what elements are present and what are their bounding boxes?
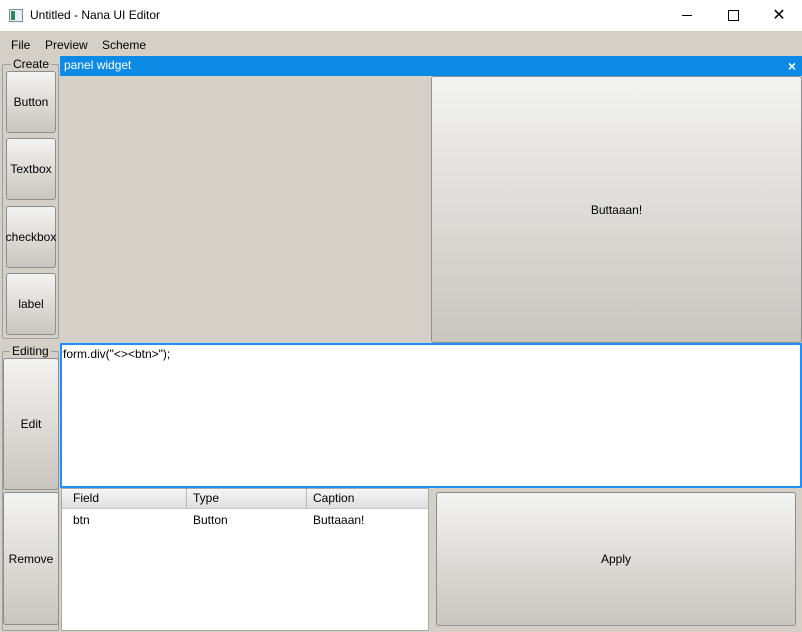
menu-scheme[interactable]: Scheme [102,38,146,52]
remove-button[interactable]: Remove [3,492,59,625]
close-icon: ✕ [772,6,786,24]
window-title: Untitled - Nana UI Editor [30,8,161,22]
create-checkbox-button[interactable]: checkbox [6,206,56,268]
edit-button[interactable]: Edit [3,358,59,490]
maximize-icon [727,10,739,21]
column-separator[interactable] [306,489,307,509]
column-header-field[interactable]: Field [73,491,99,505]
properties-header [62,489,428,509]
create-group-label: Create [11,57,52,71]
minimize-button[interactable] [664,0,710,31]
table-row[interactable] [62,509,428,529]
code-editor[interactable] [60,343,802,488]
preview-button[interactable]: Buttaaan! [431,76,802,343]
column-header-type[interactable]: Type [193,491,219,505]
menu-file[interactable]: File [11,38,30,52]
apply-button[interactable]: Apply [436,492,796,626]
menu-preview[interactable]: Preview [45,38,88,52]
column-separator[interactable] [186,489,187,509]
create-label-button[interactable]: label [6,273,56,335]
table-cell-caption: Buttaaan! [313,513,365,527]
panel-close-icon[interactable]: × [784,56,800,76]
table-cell-field: btn [73,513,90,527]
editing-group-label: Editing [10,344,51,358]
minimize-icon [682,15,692,16]
maximize-button[interactable] [710,0,756,31]
panel-widget-title: panel widget [64,58,132,72]
app-icon [9,9,23,22]
table-cell-type: Button [193,513,228,527]
column-header-caption[interactable]: Caption [313,491,354,505]
create-button-button[interactable]: Button [6,71,56,133]
close-window-button[interactable]: ✕ [756,0,802,31]
panel-widget-header [60,56,802,76]
code-editor-text: form.div("<><btn>"); [63,347,171,361]
create-textbox-button[interactable]: Textbox [6,138,56,200]
